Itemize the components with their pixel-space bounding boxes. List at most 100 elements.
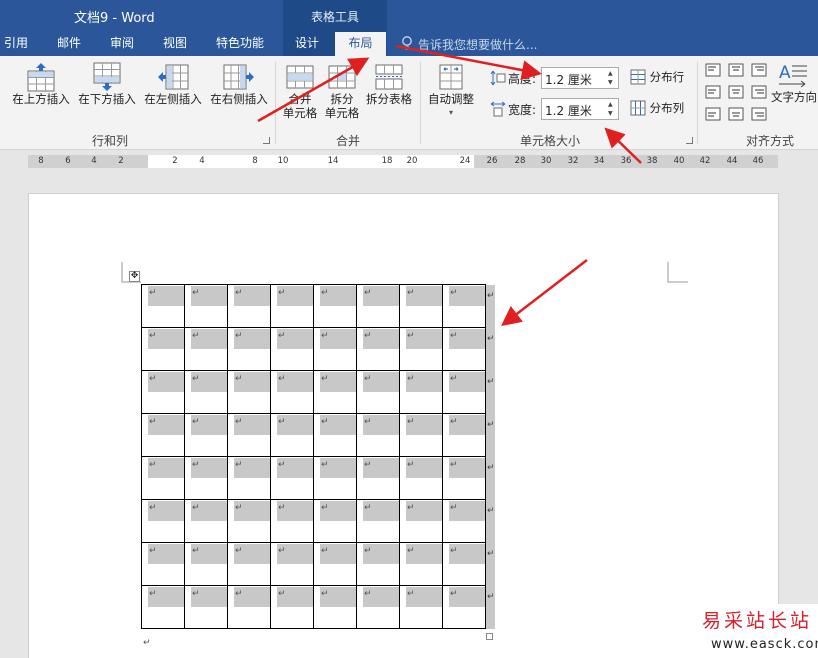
table-cell[interactable]: ↵ [142,285,185,328]
table-cell[interactable]: ↵ [357,328,400,371]
table-cell[interactable]: ↵ [185,371,228,414]
table-cell[interactable]: ↵ [314,586,357,629]
table-cell[interactable]: ↵ [357,543,400,586]
table-cell[interactable]: ↵ [228,414,271,457]
table-resize-handle-icon[interactable] [486,633,493,640]
table-cell[interactable]: ↵ [185,285,228,328]
table-cell[interactable]: ↵ [314,500,357,543]
table-cell[interactable]: ↵ [185,586,228,629]
table-cell[interactable]: ↵ [443,371,486,414]
table-cell[interactable]: ↵ [314,328,357,371]
cell-end-mark: ↵ [450,374,458,384]
word-table[interactable]: ↵ ↵ ↵ ↵ ↵ ↵ ↵ ↵ ↵ ↵ ↵ ↵ ↵ ↵ ↵ ↵ ↵ ↵ ↵ ↵ ↵ ↵ ↵ ↵ ↵ ↵ ↵ ↵ ↵ ↵ ↵ ↵ ↵ ↵ ↵ ↵ ↵ ↵ ↵ ↵… [141,284,495,629]
table-cell[interactable]: ↵ [271,371,314,414]
table-cell[interactable]: ↵ [314,414,357,457]
row-end-marker: ↵ [486,500,495,543]
cell-end-mark: ↵ [321,417,329,427]
cell-end-mark: ↵ [407,503,415,513]
cell-end-mark: ↵ [321,374,329,384]
table-cell[interactable]: ↵ [228,371,271,414]
cell-end-mark: ↵ [235,288,243,298]
row-end-marker: ↵ [486,543,495,586]
table-cell[interactable]: ↵ [271,328,314,371]
cell-end-mark: ↵ [149,546,157,556]
cell-end-mark: ↵ [149,331,157,341]
cell-end-mark: ↵ [321,546,329,556]
cell-end-mark: ↵ [321,288,329,298]
table-cell[interactable]: ↵ [400,328,443,371]
cell-end-mark: ↵ [364,288,372,298]
table-cell[interactable]: ↵ [400,543,443,586]
cell-end-mark: ↵ [235,374,243,384]
table-cell[interactable]: ↵ [142,457,185,500]
table-cell[interactable]: ↵ [271,457,314,500]
table-cell[interactable]: ↵ [142,371,185,414]
table-cell[interactable]: ↵ [357,457,400,500]
cell-end-mark: ↵ [278,589,286,599]
cell-end-mark: ↵ [192,503,200,513]
table-cell[interactable]: ↵ [314,285,357,328]
table-cell[interactable]: ↵ [400,457,443,500]
row-end-marker: ↵ [486,414,495,457]
cell-end-mark: ↵ [235,546,243,556]
table-cell[interactable]: ↵ [400,414,443,457]
table-cell[interactable]: ↵ [357,500,400,543]
table-cell[interactable]: ↵ [142,414,185,457]
row-end-mark: ↵ [487,592,495,602]
table-cell[interactable]: ↵ [443,414,486,457]
row-end-marker: ↵ [486,457,495,500]
table-cell[interactable]: ↵ [443,457,486,500]
table-cell[interactable]: ↵ [357,371,400,414]
table-cell[interactable]: ↵ [271,414,314,457]
cell-end-mark: ↵ [192,374,200,384]
table-cell[interactable]: ↵ [142,328,185,371]
table-cell[interactable]: ↵ [271,500,314,543]
table-cell[interactable]: ↵ [357,414,400,457]
cell-end-mark: ↵ [364,331,372,341]
table-cell[interactable]: ↵ [271,285,314,328]
row-end-marker: ↵ [486,371,495,414]
table-cell[interactable]: ↵ [271,543,314,586]
table-cell[interactable]: ↵ [443,285,486,328]
table-cell[interactable]: ↵ [185,328,228,371]
table-cell[interactable]: ↵ [443,500,486,543]
cell-end-mark: ↵ [278,546,286,556]
table-cell[interactable]: ↵ [228,457,271,500]
table-cell[interactable]: ↵ [185,543,228,586]
row-end-mark: ↵ [487,549,495,559]
table-cell[interactable]: ↵ [443,543,486,586]
cell-end-mark: ↵ [450,417,458,427]
table-cell[interactable]: ↵ [142,500,185,543]
table-cell[interactable]: ↵ [142,543,185,586]
table-cell[interactable]: ↵ [185,500,228,543]
cell-end-mark: ↵ [407,374,415,384]
table-cell[interactable]: ↵ [400,285,443,328]
cell-end-mark: ↵ [364,374,372,384]
cell-end-mark: ↵ [192,546,200,556]
table-cell[interactable]: ↵ [228,285,271,328]
table-cell[interactable]: ↵ [314,543,357,586]
table-cell[interactable]: ↵ [185,457,228,500]
table-cell[interactable]: ↵ [228,500,271,543]
table-cell[interactable]: ↵ [443,586,486,629]
row-end-marker: ↵ [486,328,495,371]
table-move-handle-icon[interactable]: ✥ [129,271,140,282]
table-cell[interactable]: ↵ [185,414,228,457]
cell-end-mark: ↵ [364,460,372,470]
table-cell[interactable]: ↵ [228,586,271,629]
table-cell[interactable]: ↵ [314,457,357,500]
table-cell[interactable]: ↵ [400,371,443,414]
table-cell[interactable]: ↵ [142,586,185,629]
table-cell[interactable]: ↵ [271,586,314,629]
table-cell[interactable]: ↵ [228,543,271,586]
cell-end-mark: ↵ [235,460,243,470]
table-cell[interactable]: ↵ [400,500,443,543]
table-cell[interactable]: ↵ [443,328,486,371]
table-cell[interactable]: ↵ [400,586,443,629]
cell-end-mark: ↵ [364,503,372,513]
table-cell[interactable]: ↵ [228,328,271,371]
table-cell[interactable]: ↵ [357,285,400,328]
table-cell[interactable]: ↵ [357,586,400,629]
cell-end-mark: ↵ [321,460,329,470]
table-cell[interactable]: ↵ [314,371,357,414]
